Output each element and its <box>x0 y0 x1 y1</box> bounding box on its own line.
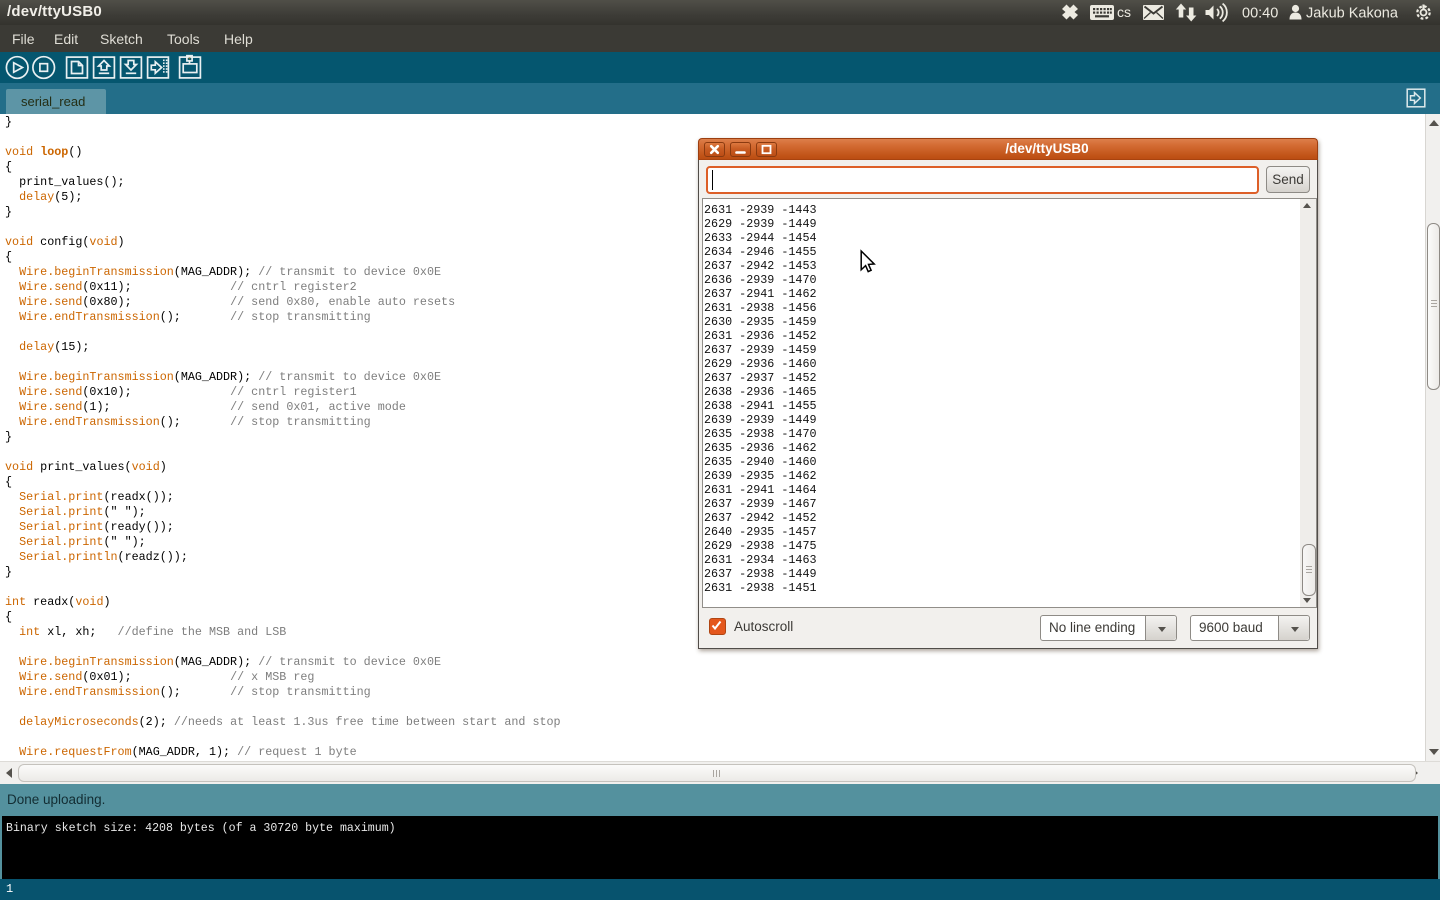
svg-text:cs: cs <box>1117 4 1131 20</box>
svg-text:Jakub Kakona: Jakub Kakona <box>1306 6 1399 22</box>
svg-text:00:40: 00:40 <box>1242 6 1278 22</box>
